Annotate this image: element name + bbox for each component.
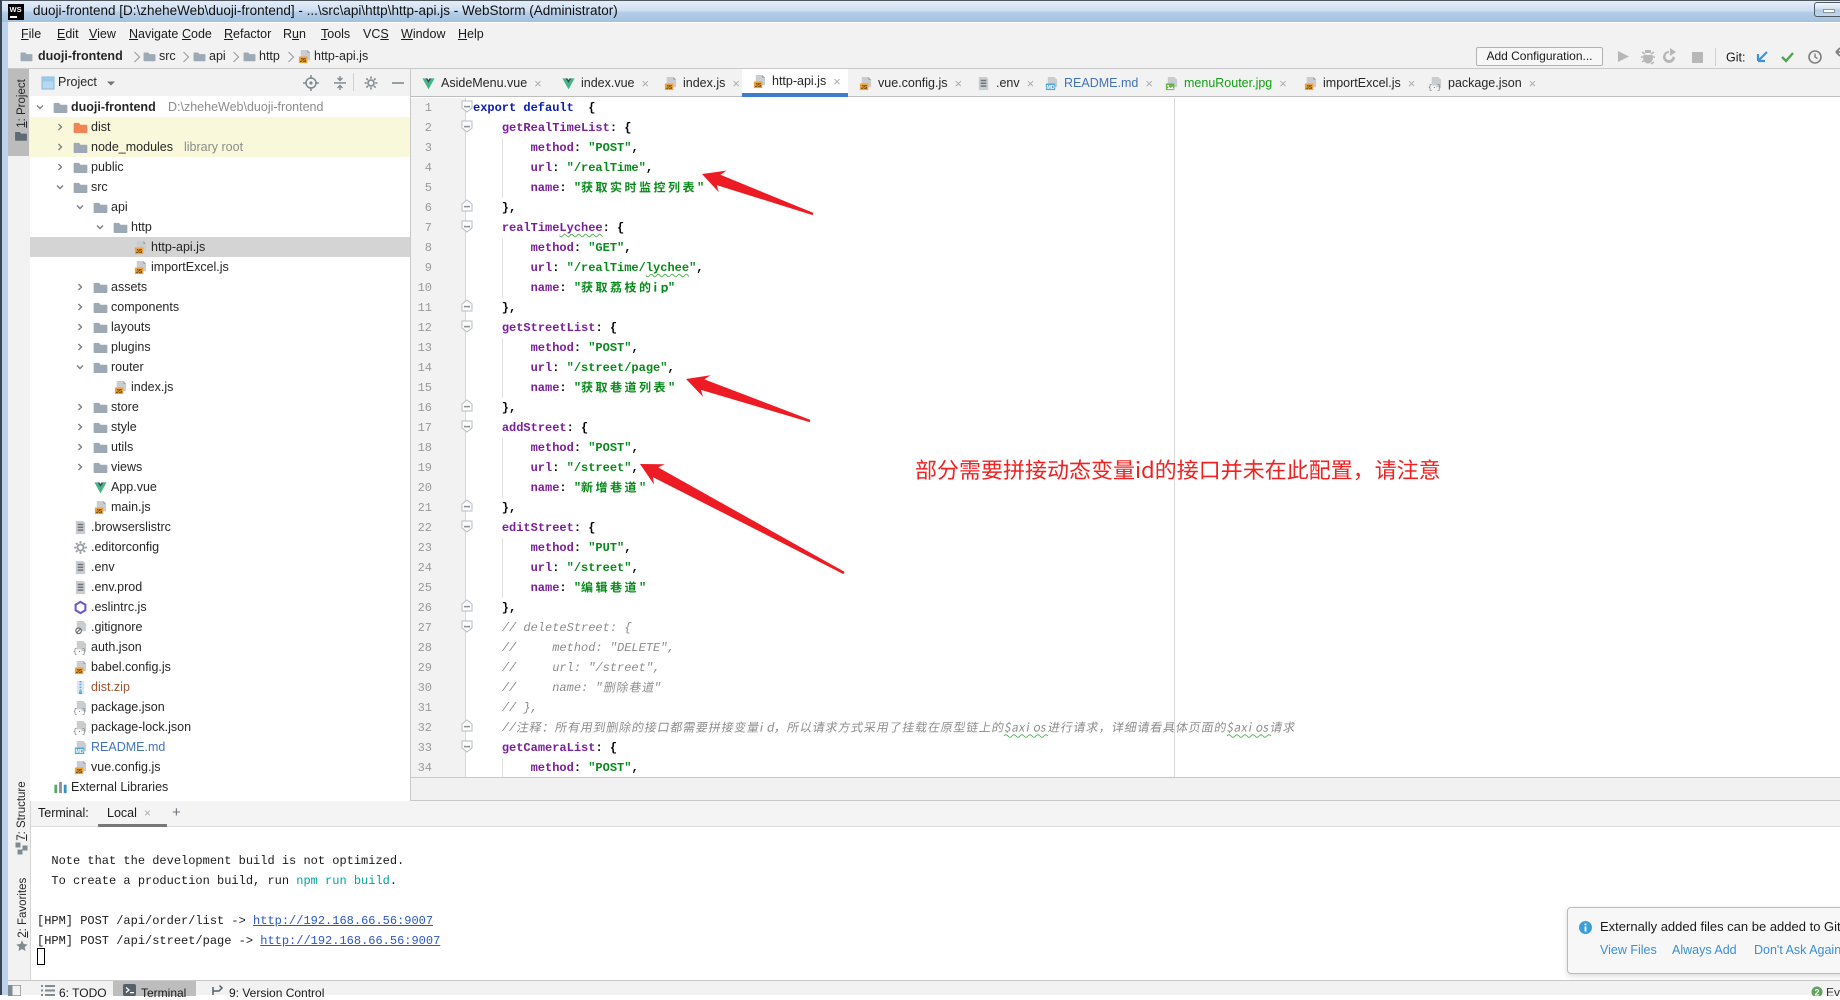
svg-text:Ev: Ev	[1826, 986, 1840, 997]
